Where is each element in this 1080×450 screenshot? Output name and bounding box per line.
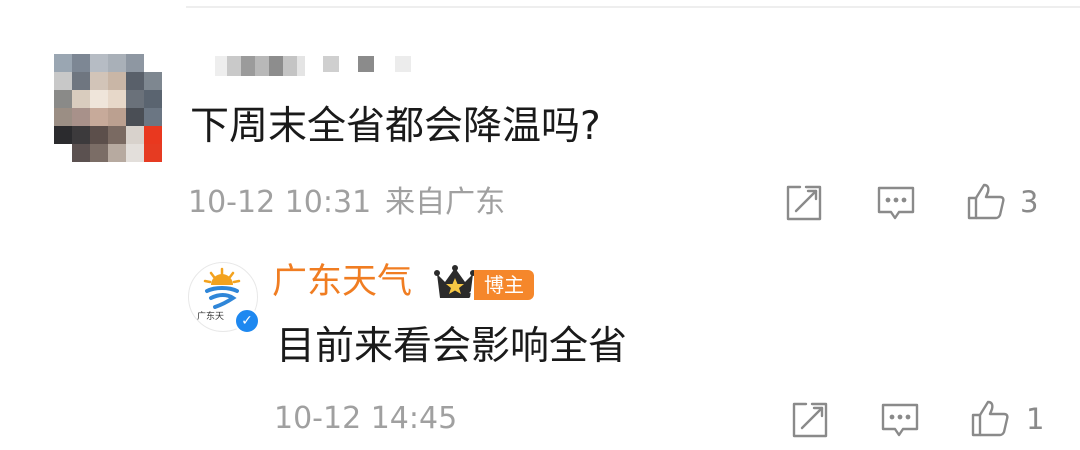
reply-like-count: 1 xyxy=(1026,402,1045,436)
reply-date: 10-12 14:45 xyxy=(274,401,458,436)
share-icon[interactable] xyxy=(790,400,830,440)
comment-icon[interactable] xyxy=(876,183,916,223)
commenter-avatar[interactable] xyxy=(54,54,162,162)
comment-location: 来自广东 xyxy=(385,185,506,220)
weather-logo-icon xyxy=(203,267,241,309)
top-divider xyxy=(186,6,1080,8)
avatar-label: 广东天 xyxy=(197,312,225,322)
comment-text: 下周末全省都会降温吗? xyxy=(190,104,601,149)
share-icon[interactable] xyxy=(784,183,824,223)
thumbs-up-icon[interactable] xyxy=(966,181,1006,221)
commenter-username[interactable] xyxy=(215,52,415,78)
comment-date: 10-12 10:31 xyxy=(188,185,372,220)
verified-check-icon: ✓ xyxy=(234,308,260,334)
blogger-badge: 博主 xyxy=(474,270,534,300)
thumbs-up-icon[interactable] xyxy=(970,398,1010,438)
comment-like-count: 3 xyxy=(1020,185,1039,219)
comment-meta: 10-12 10:31 来自广东 xyxy=(188,184,505,222)
crown-icon: 1 xyxy=(434,265,476,301)
reply-author-name[interactable]: 广东天气 xyxy=(272,260,412,304)
reply-text: 目前来看会影响全省 xyxy=(276,324,628,369)
comment-icon[interactable] xyxy=(880,400,920,440)
